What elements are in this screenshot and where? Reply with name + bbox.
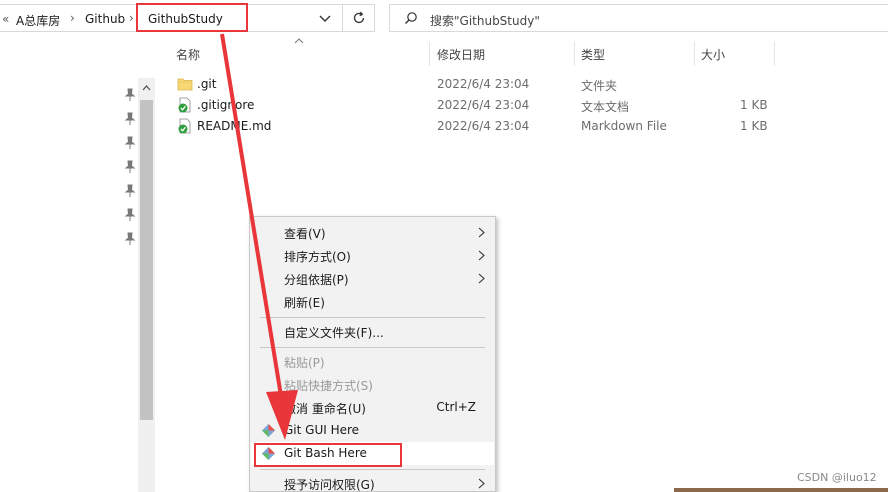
desktop-strip [674, 488, 888, 492]
watermark: CSDN @iluo12 [797, 471, 877, 484]
annotation-arrow [220, 33, 298, 440]
